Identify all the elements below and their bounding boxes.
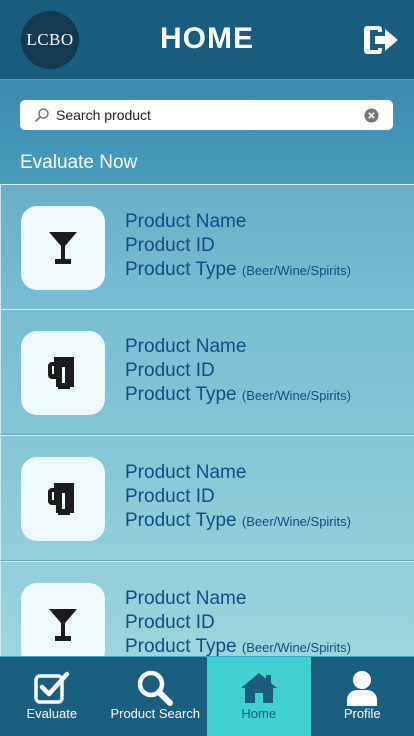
product-info: Product Name Product ID Product Type (Be… <box>125 461 351 534</box>
product-type-label: Product Type <box>125 259 237 280</box>
logout-button[interactable] <box>364 24 400 56</box>
product-type-hint: (Beer/Wine/Spirits) <box>241 263 351 278</box>
product-id: Product ID <box>125 235 215 256</box>
app-header: LCBO HOME <box>0 0 414 80</box>
product-id: Product ID <box>125 612 215 633</box>
product-type-hint: (Beer/Wine/Spirits) <box>241 640 351 655</box>
product-row[interactable]: Product Name Product ID Product Type (Be… <box>0 309 414 435</box>
product-thumbnail <box>21 331 105 415</box>
product-list[interactable]: Product Name Product ID Product Type (Be… <box>0 184 414 656</box>
product-info: Product Name Product ID Product Type (Be… <box>125 210 351 283</box>
product-type-hint: (Beer/Wine/Spirits) <box>241 514 351 529</box>
cocktail-glass-icon <box>49 609 77 641</box>
bottom-tab-bar: Evaluate Product Search Home Profile <box>0 656 414 736</box>
product-id: Product ID <box>125 486 215 507</box>
magnifier-icon <box>138 670 174 706</box>
product-info: Product Name Product ID Product Type (Be… <box>125 587 351 656</box>
logout-icon <box>364 26 398 54</box>
product-type-label: Product Type <box>125 510 237 531</box>
search-bar <box>20 100 393 130</box>
tab-home[interactable]: Home <box>207 657 311 736</box>
product-type-label: Product Type <box>125 636 237 656</box>
product-row[interactable]: Product Name Product ID Product Type (Be… <box>0 184 414 310</box>
cocktail-glass-icon <box>49 232 77 264</box>
tab-label: Profile <box>343 706 381 721</box>
product-type-hint: (Beer/Wine/Spirits) <box>241 388 351 403</box>
tab-product-search[interactable]: Product Search <box>104 657 208 736</box>
tab-evaluate[interactable]: Evaluate <box>0 657 104 736</box>
search-input[interactable] <box>56 101 364 129</box>
product-thumbnail <box>21 457 105 541</box>
tab-label: Product Search <box>110 706 201 721</box>
product-name: Product Name <box>125 462 247 483</box>
clear-icon[interactable] <box>364 108 379 123</box>
product-name: Product Name <box>125 211 247 232</box>
product-info: Product Name Product ID Product Type (Be… <box>125 335 351 408</box>
tab-profile[interactable]: Profile <box>311 657 414 736</box>
product-name: Product Name <box>125 336 247 357</box>
product-thumbnail <box>21 206 105 290</box>
product-name: Product Name <box>125 588 247 609</box>
checkbox-icon <box>34 671 69 704</box>
product-type-label: Product Type <box>125 384 237 405</box>
product-row[interactable]: Product Name Product ID Product Type (Be… <box>0 561 414 656</box>
search-icon <box>35 108 49 122</box>
beer-mug-icon <box>48 483 74 515</box>
tab-label: Evaluate <box>26 706 78 721</box>
home-icon <box>240 673 277 703</box>
person-icon <box>347 671 378 706</box>
product-row[interactable]: Product Name Product ID Product Type (Be… <box>0 435 414 561</box>
section-title: Evaluate Now <box>20 152 138 173</box>
tab-label: Home <box>241 706 277 721</box>
product-thumbnail <box>21 583 105 656</box>
beer-mug-icon <box>48 357 74 389</box>
product-id: Product ID <box>125 360 215 381</box>
page-title: HOME <box>160 22 254 55</box>
